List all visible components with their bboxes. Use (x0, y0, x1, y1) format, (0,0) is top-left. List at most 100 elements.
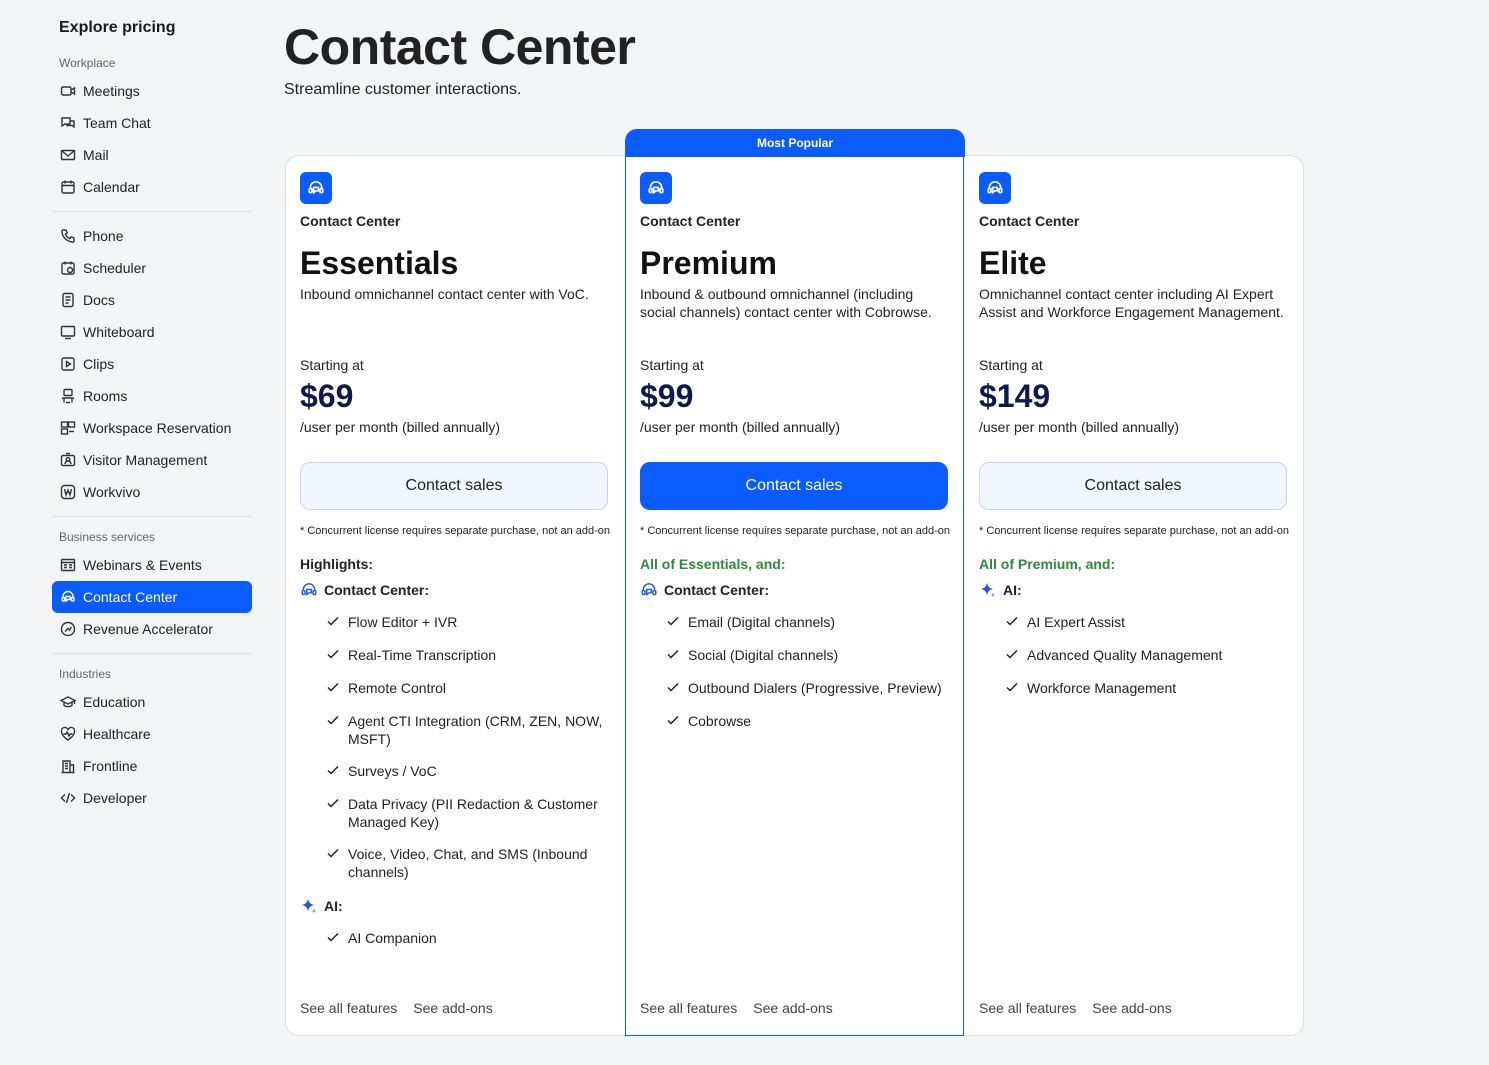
sidebar-item-label: Clips (83, 356, 115, 372)
feature-item: Voice, Video, Chat, and SMS (Inbound cha… (326, 838, 612, 888)
feature-list: AI Companion (300, 922, 612, 955)
sidebar-item-docs[interactable]: Docs (52, 284, 252, 316)
license-note: * Concurrent license requires separate p… (300, 525, 611, 537)
check-icon (666, 647, 680, 665)
contact-sales-button[interactable]: Contact sales (640, 462, 948, 510)
see-add-ons-link[interactable]: See add-ons (1092, 1000, 1171, 1016)
feature-label: Surveys / VoC (348, 763, 437, 779)
sidebar-group-more: Phone Scheduler Docs Whiteboard Clips Rooms Wo… (52, 220, 252, 508)
see-add-ons-link[interactable]: See add-ons (753, 1000, 832, 1016)
feature-list: Flow Editor + IVR Real-Time Transcription… (300, 606, 612, 888)
see-all-features-link[interactable]: See all features (640, 1000, 737, 1016)
docs-icon (59, 292, 76, 309)
sidebar-item-label: Mail (83, 147, 109, 163)
sidebar-item-label: Phone (83, 228, 124, 244)
sidebar-title: Explore pricing (59, 19, 176, 36)
sidebar-divider (52, 211, 252, 212)
ai-sparkle-icon (300, 897, 318, 915)
highlights-title: All of Premium, and: (979, 556, 1116, 572)
sidebar-item-label: Contact Center (83, 589, 178, 605)
sidebar-item-label: Calendar (83, 179, 140, 195)
check-icon (326, 713, 340, 731)
sidebar-item-team-chat[interactable]: Team Chat (52, 107, 252, 139)
workvivo-icon (59, 484, 76, 501)
sidebar-item-webinars-events[interactable]: Webinars & Events (52, 549, 252, 581)
starting-at-label: Starting at (300, 357, 364, 373)
plan-price: $149 (979, 378, 1051, 414)
see-all-features-link[interactable]: See all features (300, 1000, 397, 1016)
feature-group-label: Contact Center: (324, 582, 430, 598)
video-icon (59, 83, 76, 100)
sidebar-item-label: Education (83, 694, 146, 710)
sidebar-item-healthcare[interactable]: Healthcare (52, 718, 252, 750)
feature-label: Real-Time Transcription (348, 647, 497, 663)
check-icon (666, 713, 680, 731)
sidebar-item-contact-center[interactable]: Contact Center (52, 581, 252, 613)
feature-item: AI Expert Assist (1005, 606, 1291, 639)
sidebar-item-label: Healthcare (83, 726, 151, 742)
sidebar-group-workplace: Meetings Team Chat Mail Calendar (52, 75, 252, 203)
sidebar-item-label: Revenue Accelerator (83, 621, 213, 637)
sidebar-item-label: Webinars & Events (83, 557, 202, 573)
sidebar-item-label: Scheduler (83, 260, 147, 276)
sidebar-item-whiteboard[interactable]: Whiteboard (52, 316, 252, 348)
healthcare-icon (59, 726, 76, 743)
price-period: /user per month (billed annually) (640, 419, 840, 435)
sidebar-item-calendar[interactable]: Calendar (52, 171, 252, 203)
visitor-icon (59, 452, 76, 469)
feature-group: AI: (300, 897, 612, 915)
feature-group-label: AI: (324, 898, 343, 914)
feature-list: Email (Digital channels) Social (Digital … (640, 606, 952, 738)
check-icon (326, 930, 340, 948)
plan-card-premium: Contact Center Premium Inbound & outbound … (625, 156, 964, 1036)
starting-at-label: Starting at (640, 357, 704, 373)
sidebar-item-clips[interactable]: Clips (52, 348, 252, 380)
feature-group-label: Contact Center: (664, 582, 770, 598)
card-links: See all features See add-ons (300, 1000, 493, 1016)
page-title: Contact Center (284, 19, 636, 75)
feature-list: AI Expert Assist Advanced Quality Managem… (979, 606, 1291, 705)
plan-card-essentials: Contact Center Essentials Inbound omnichan… (286, 156, 625, 1035)
sidebar-item-label: Meetings (83, 83, 140, 99)
card-links: See all features See add-ons (979, 1000, 1172, 1016)
sidebar-item-mail[interactable]: Mail (52, 139, 252, 171)
check-icon (1005, 647, 1019, 665)
see-add-ons-link[interactable]: See add-ons (413, 1000, 492, 1016)
sidebar-item-education[interactable]: Education (52, 686, 252, 718)
sidebar-section-workplace: Workplace (59, 56, 116, 70)
feature-group: Contact Center: (300, 581, 612, 599)
sidebar-item-developer[interactable]: Developer (52, 782, 252, 814)
sidebar-item-phone[interactable]: Phone (52, 220, 252, 252)
contact-center-icon (300, 172, 332, 204)
contact-sales-button[interactable]: Contact sales (979, 462, 1287, 510)
webinar-icon (59, 557, 76, 574)
feature-item: Workforce Management (1005, 672, 1291, 705)
sidebar-item-rooms[interactable]: Rooms (52, 380, 252, 412)
price-period: /user per month (billed annually) (300, 419, 500, 435)
feature-item: Social (Digital channels) (666, 639, 952, 672)
contact-sales-button[interactable]: Contact sales (300, 462, 608, 510)
sidebar-item-meetings[interactable]: Meetings (52, 75, 252, 107)
sidebar-section-industries: Industries (59, 667, 112, 681)
sidebar-item-scheduler[interactable]: Scheduler (52, 252, 252, 284)
sidebar-item-frontline[interactable]: Frontline (52, 750, 252, 782)
sidebar-item-visitor-management[interactable]: Visitor Management (52, 444, 252, 476)
feature-group: Contact Center: (640, 581, 952, 599)
feature-label: Voice, Video, Chat, and SMS (Inbound cha… (348, 846, 588, 880)
see-all-features-link[interactable]: See all features (979, 1000, 1076, 1016)
plan-card-elite: Contact Center Elite Omnichannel contact c… (965, 156, 1304, 1035)
sidebar-item-workspace-reservation[interactable]: Workspace Reservation (52, 412, 252, 444)
scheduler-icon (59, 260, 76, 277)
sidebar-item-label: Team Chat (83, 115, 151, 131)
feature-item: Remote Control (326, 672, 612, 705)
sidebar-item-label: Workvivo (83, 484, 141, 500)
feature-label: Data Privacy (PII Redaction & Customer M… (348, 796, 598, 830)
chat-icon (59, 115, 76, 132)
contact-center-icon (979, 172, 1011, 204)
sidebar-item-revenue-accelerator[interactable]: Revenue Accelerator (52, 613, 252, 645)
feature-item: Flow Editor + IVR (326, 606, 612, 639)
sidebar-item-workvivo[interactable]: Workvivo (52, 476, 252, 508)
feature-item: Data Privacy (PII Redaction & Customer M… (326, 788, 612, 838)
plan-name: Elite (979, 245, 1047, 281)
product-name: Contact Center (300, 213, 401, 229)
